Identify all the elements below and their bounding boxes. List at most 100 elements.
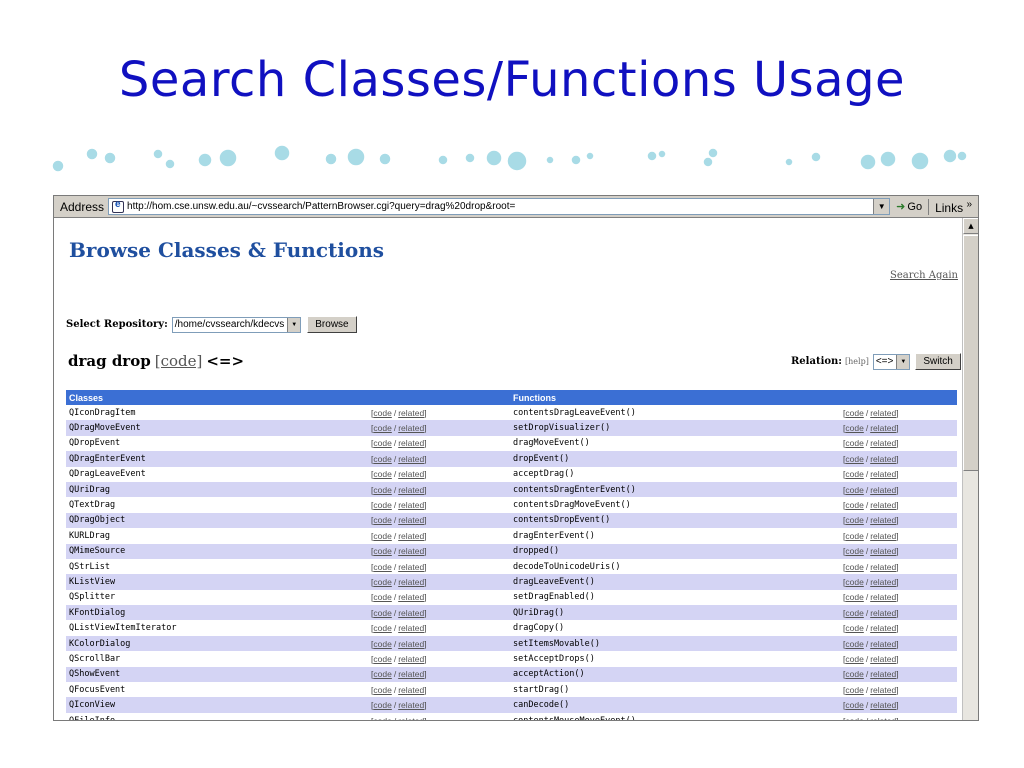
vertical-scrollbar[interactable]: ▲	[962, 218, 978, 720]
class-related-link[interactable]: related	[398, 623, 424, 633]
function-code-link[interactable]: code	[845, 546, 863, 556]
class-code-link[interactable]: code	[373, 423, 391, 433]
function-related-link[interactable]: related	[870, 438, 896, 448]
relation-select[interactable]: <=> ▼	[872, 353, 911, 370]
class-related-link[interactable]: related	[398, 577, 424, 587]
class-code-link[interactable]: code	[373, 654, 391, 664]
class-code-link[interactable]: code	[373, 515, 391, 525]
function-code-link[interactable]: code	[845, 454, 863, 464]
class-related-link[interactable]: related	[398, 423, 424, 433]
class-related-link[interactable]: related	[398, 546, 424, 556]
class-code-link[interactable]: code	[373, 454, 391, 464]
function-related-link[interactable]: related	[870, 531, 896, 541]
class-code-link[interactable]: code	[373, 623, 391, 633]
class-related-link[interactable]: related	[398, 700, 424, 710]
class-related-link[interactable]: related	[398, 531, 424, 541]
class-related-link[interactable]: related	[398, 654, 424, 664]
function-related-link[interactable]: related	[870, 577, 896, 587]
go-button[interactable]: ➜ Go	[890, 200, 928, 214]
query-code-link[interactable]: [code]	[155, 352, 203, 370]
relation-help-link[interactable]: [help]	[845, 357, 869, 366]
class-related-link[interactable]: related	[398, 408, 424, 418]
function-code-link[interactable]: code	[845, 408, 863, 418]
address-dropdown-icon[interactable]: ▼	[873, 199, 890, 214]
function-related-link[interactable]: related	[870, 485, 896, 495]
class-related-link[interactable]: related	[398, 669, 424, 679]
class-related-link[interactable]: related	[398, 500, 424, 510]
function-code-link[interactable]: code	[845, 485, 863, 495]
class-code-link[interactable]: code	[373, 669, 391, 679]
repository-select[interactable]: /home/cvssearch/kdecvs ▼	[171, 316, 302, 333]
function-code-link[interactable]: code	[845, 716, 863, 721]
function-code-link[interactable]: code	[845, 654, 863, 664]
function-code-link[interactable]: code	[845, 577, 863, 587]
function-related-link[interactable]: related	[870, 716, 896, 721]
class-code-link[interactable]: code	[373, 500, 391, 510]
function-related-link[interactable]: related	[870, 423, 896, 433]
class-code-link[interactable]: code	[373, 438, 391, 448]
function-code-link[interactable]: code	[845, 469, 863, 479]
class-code-link[interactable]: code	[373, 700, 391, 710]
class-related-link[interactable]: related	[398, 639, 424, 649]
class-related-link[interactable]: related	[398, 592, 424, 602]
class-code-link[interactable]: code	[373, 469, 391, 479]
class-related-link[interactable]: related	[398, 469, 424, 479]
class-code-link[interactable]: code	[373, 577, 391, 587]
address-input[interactable]: http://hom.cse.unsw.edu.au/~cvssearch/Pa…	[108, 198, 891, 215]
function-code-link[interactable]: code	[845, 700, 863, 710]
bubble-shape	[570, 154, 582, 166]
function-related-link[interactable]: related	[870, 700, 896, 710]
class-related-link[interactable]: related	[398, 438, 424, 448]
class-related-link[interactable]: related	[398, 515, 424, 525]
function-related-link[interactable]: related	[870, 408, 896, 418]
class-code-link[interactable]: code	[373, 685, 391, 695]
function-code-link[interactable]: code	[845, 562, 863, 572]
function-related-link[interactable]: related	[870, 546, 896, 556]
function-code-link[interactable]: code	[845, 500, 863, 510]
function-code-link[interactable]: code	[845, 531, 863, 541]
function-related-link[interactable]: related	[870, 608, 896, 618]
function-code-link[interactable]: code	[845, 669, 863, 679]
function-code-link[interactable]: code	[845, 685, 863, 695]
class-related-link[interactable]: related	[398, 608, 424, 618]
scrollbar-thumb[interactable]	[963, 235, 978, 471]
class-related-link[interactable]: related	[398, 562, 424, 572]
function-code-link[interactable]: code	[845, 608, 863, 618]
function-related-link[interactable]: related	[870, 562, 896, 572]
class-code-link[interactable]: code	[373, 716, 391, 721]
function-related-link[interactable]: related	[870, 685, 896, 695]
switch-button[interactable]: Switch	[915, 353, 961, 370]
class-code-link[interactable]: code	[373, 408, 391, 418]
class-code-link[interactable]: code	[373, 608, 391, 618]
class-related-link[interactable]: related	[398, 454, 424, 464]
links-button[interactable]: Links »	[928, 198, 978, 215]
function-code-link[interactable]: code	[845, 623, 863, 633]
class-code-link[interactable]: code	[373, 639, 391, 649]
function-code-link[interactable]: code	[845, 438, 863, 448]
function-related-link[interactable]: related	[870, 639, 896, 649]
class-code-link[interactable]: code	[373, 562, 391, 572]
function-related-link[interactable]: related	[870, 592, 896, 602]
function-related-link[interactable]: related	[870, 454, 896, 464]
function-related-link[interactable]: related	[870, 623, 896, 633]
function-code-link[interactable]: code	[845, 639, 863, 649]
function-code-link[interactable]: code	[845, 592, 863, 602]
browse-button[interactable]: Browse	[307, 316, 357, 333]
class-code-link[interactable]: code	[373, 592, 391, 602]
class-related-link[interactable]: related	[398, 485, 424, 495]
class-code-link[interactable]: code	[373, 546, 391, 556]
function-code-link[interactable]: code	[845, 423, 863, 433]
class-code-link[interactable]: code	[373, 485, 391, 495]
scroll-up-icon[interactable]: ▲	[963, 218, 978, 234]
table-row: QIconDragItem [code / related] contentsDragL…	[66, 405, 957, 420]
function-related-link[interactable]: related	[870, 469, 896, 479]
class-related-link[interactable]: related	[398, 685, 424, 695]
function-related-link[interactable]: related	[870, 669, 896, 679]
class-related-link[interactable]: related	[398, 716, 424, 721]
class-code-link[interactable]: code	[373, 531, 391, 541]
function-related-link[interactable]: related	[870, 515, 896, 525]
search-again-link[interactable]: Search Again	[890, 270, 958, 281]
function-related-link[interactable]: related	[870, 500, 896, 510]
function-code-link[interactable]: code	[845, 515, 863, 525]
function-related-link[interactable]: related	[870, 654, 896, 664]
